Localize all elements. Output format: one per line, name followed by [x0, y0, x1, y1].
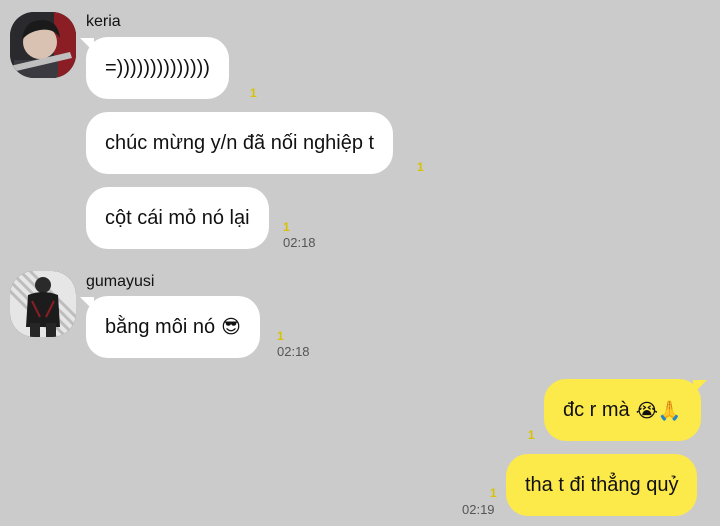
unread-count: 1 — [277, 329, 284, 343]
message-bubble[interactable]: chúc mừng y/n đã nối nghiệp t — [86, 112, 394, 174]
sunglasses-emoji-icon: 😎 — [221, 316, 241, 338]
unread-count: 1 — [417, 160, 424, 174]
unread-count: 1 — [528, 428, 535, 442]
avatar-gumayusi[interactable] — [10, 271, 76, 337]
unread-count: 1 — [250, 86, 257, 100]
message-text: đc r mà — [563, 398, 630, 421]
message-text: tha t đi thẳng quỷ — [525, 473, 679, 496]
message-timestamp: 02:19 — [462, 502, 495, 517]
message-timestamp: 02:18 — [277, 344, 310, 359]
message-text: chúc mừng y/n đã nối nghiệp t — [105, 131, 375, 154]
crying-praying-emoji-icon: 😭🙏 — [635, 399, 682, 422]
sender-name-gumayusi: gumayusi — [86, 273, 155, 290]
avatar-keria-image — [10, 12, 76, 78]
message-text: =)))))))))))))) — [105, 56, 210, 79]
message-text: bằng môi nó — [105, 315, 216, 338]
message-bubble[interactable]: tha t đi thẳng quỷ — [506, 454, 698, 516]
sender-name-keria: keria — [86, 13, 121, 30]
message-timestamp: 02:18 — [283, 235, 316, 250]
message-bubble[interactable]: đc r mà 😭🙏 — [544, 379, 701, 441]
message-bubble[interactable]: cột cái mỏ nó lại — [86, 187, 269, 249]
unread-count: 1 — [283, 220, 290, 234]
message-bubble[interactable]: =)))))))))))))) — [86, 37, 229, 99]
message-bubble[interactable]: bằng môi nó 😎 — [86, 296, 260, 358]
avatar-keria[interactable] — [10, 12, 76, 78]
unread-count: 1 — [490, 486, 497, 500]
avatar-gumayusi-image — [10, 271, 76, 337]
message-text: cột cái mỏ nó lại — [105, 206, 250, 229]
